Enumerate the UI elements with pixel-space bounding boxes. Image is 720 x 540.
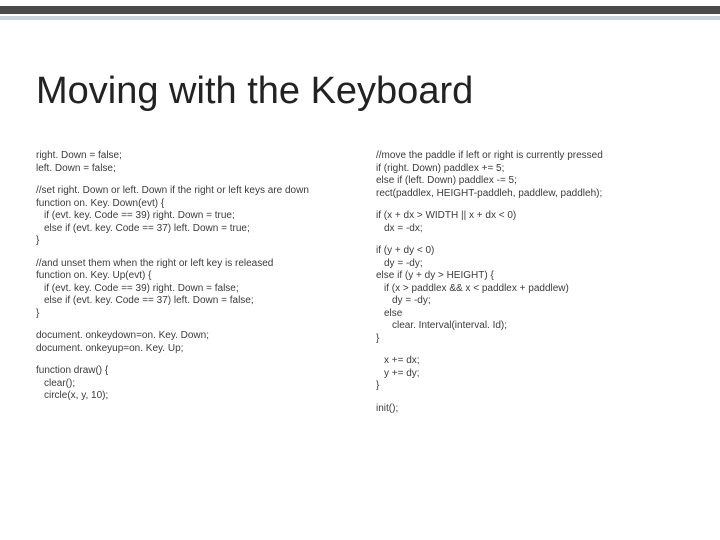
code-block: document. onkeydown=on. Key. Down; docum… [36,330,352,355]
code-line: clear(); [36,378,352,391]
code-block: right. Down = false; left. Down = false; [36,150,352,175]
code-line: circle(x, y, 10); [36,390,352,403]
code-block: if (y + dy < 0) dy = -dy; else if (y + d… [376,245,692,345]
code-line: else if (evt. key. Code == 37) left. Dow… [36,223,352,236]
slide: Moving with the Keyboard right. Down = f… [0,0,720,540]
code-block: function draw() { clear(); circle(x, y, … [36,365,352,403]
code-block: //move the paddle if left or right is cu… [376,150,692,200]
code-line: document. onkeyup=on. Key. Up; [36,343,352,356]
code-line: } [376,380,692,393]
code-line: } [36,235,352,248]
code-line: x += dx; [376,355,692,368]
code-line: right. Down = false; [36,150,352,163]
code-line: dy = -dy; [376,258,692,271]
code-line: if (right. Down) paddlex += 5; [376,163,692,176]
code-block: //and unset them when the right or left … [36,258,352,321]
code-line: } [376,333,692,346]
code-line: if (x > paddlex && x < paddlex + paddlew… [376,283,692,296]
code-line: function on. Key. Up(evt) { [36,270,352,283]
left-column: right. Down = false; left. Down = false;… [36,150,352,520]
code-line: init(); [376,403,692,416]
code-line: else if (left. Down) paddlex -= 5; [376,175,692,188]
code-line: rect(paddlex, HEIGHT-paddleh, paddlew, p… [376,188,692,201]
code-line: dy = -dy; [376,295,692,308]
code-line: y += dy; [376,368,692,381]
content-columns: right. Down = false; left. Down = false;… [36,150,692,520]
code-block: //set right. Down or left. Down if the r… [36,185,352,248]
code-line: function on. Key. Down(evt) { [36,198,352,211]
right-column: //move the paddle if left or right is cu… [376,150,692,520]
code-line: document. onkeydown=on. Key. Down; [36,330,352,343]
code-line: else [376,308,692,321]
code-line: else if (evt. key. Code == 37) left. Dow… [36,295,352,308]
code-line: else if (y + dy > HEIGHT) { [376,270,692,283]
code-line: //move the paddle if left or right is cu… [376,150,692,163]
bar-dark [0,6,720,14]
code-block: if (x + dx > WIDTH || x + dx < 0) dx = -… [376,210,692,235]
code-line: function draw() { [36,365,352,378]
code-line: } [36,308,352,321]
code-line: if (evt. key. Code == 39) right. Down = … [36,283,352,296]
code-line: clear. Interval(interval. Id); [376,320,692,333]
slide-title: Moving with the Keyboard [36,70,684,113]
code-line: //and unset them when the right or left … [36,258,352,271]
code-line: if (x + dx > WIDTH || x + dx < 0) [376,210,692,223]
code-line: left. Down = false; [36,163,352,176]
code-line: if (evt. key. Code == 39) right. Down = … [36,210,352,223]
code-line: //set right. Down or left. Down if the r… [36,185,352,198]
code-line: if (y + dy < 0) [376,245,692,258]
code-block: init(); [376,403,692,416]
code-block: x += dx; y += dy; } [376,355,692,393]
decorative-top-bar [0,6,720,28]
code-line: dx = -dx; [376,223,692,236]
bar-light [0,16,720,20]
